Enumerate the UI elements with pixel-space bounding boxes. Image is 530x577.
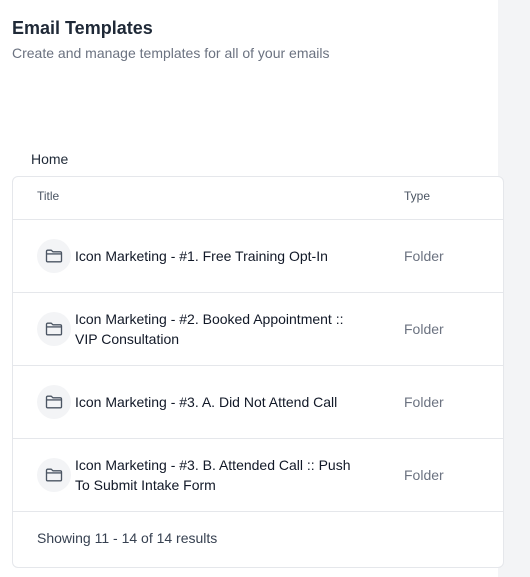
folder-icon [37,239,71,273]
column-header-type[interactable]: Type [404,189,430,203]
pagination-summary: Showing 11 - 14 of 14 results [37,530,218,546]
page-subtitle: Create and manage templates for all of y… [12,45,330,61]
row-title[interactable]: Icon Marketing - #3. A. Did Not Attend C… [75,392,355,412]
page-title: Email Templates [12,18,153,38]
row-type: Folder [404,394,444,410]
row-title[interactable]: Icon Marketing - #2. Booked Appointment … [75,309,355,349]
table-row[interactable]: Icon Marketing - #3. A. Did Not Attend C… [13,366,503,439]
page-header: Email Templates Create and manage templa… [12,16,330,62]
table-row[interactable]: Icon Marketing - #3. B. Attended Call ::… [13,439,503,512]
table-row[interactable]: Icon Marketing - #2. Booked Appointment … [13,293,503,366]
folder-icon [37,458,71,492]
templates-table: Title Type Icon Marketing - #1. Free Tra… [12,176,504,568]
row-type: Folder [404,321,444,337]
table-header: Title Type [13,177,503,220]
row-type: Folder [404,248,444,264]
folder-icon [37,385,71,419]
table-row[interactable]: Icon Marketing - #1. Free Training Opt-I… [13,220,503,293]
column-header-title[interactable]: Title [37,189,59,203]
folder-icon [37,312,71,346]
row-type: Folder [404,467,444,483]
row-title[interactable]: Icon Marketing - #3. B. Attended Call ::… [75,455,355,495]
row-title[interactable]: Icon Marketing - #1. Free Training Opt-I… [75,246,355,266]
breadcrumb-home[interactable]: Home [31,150,68,168]
